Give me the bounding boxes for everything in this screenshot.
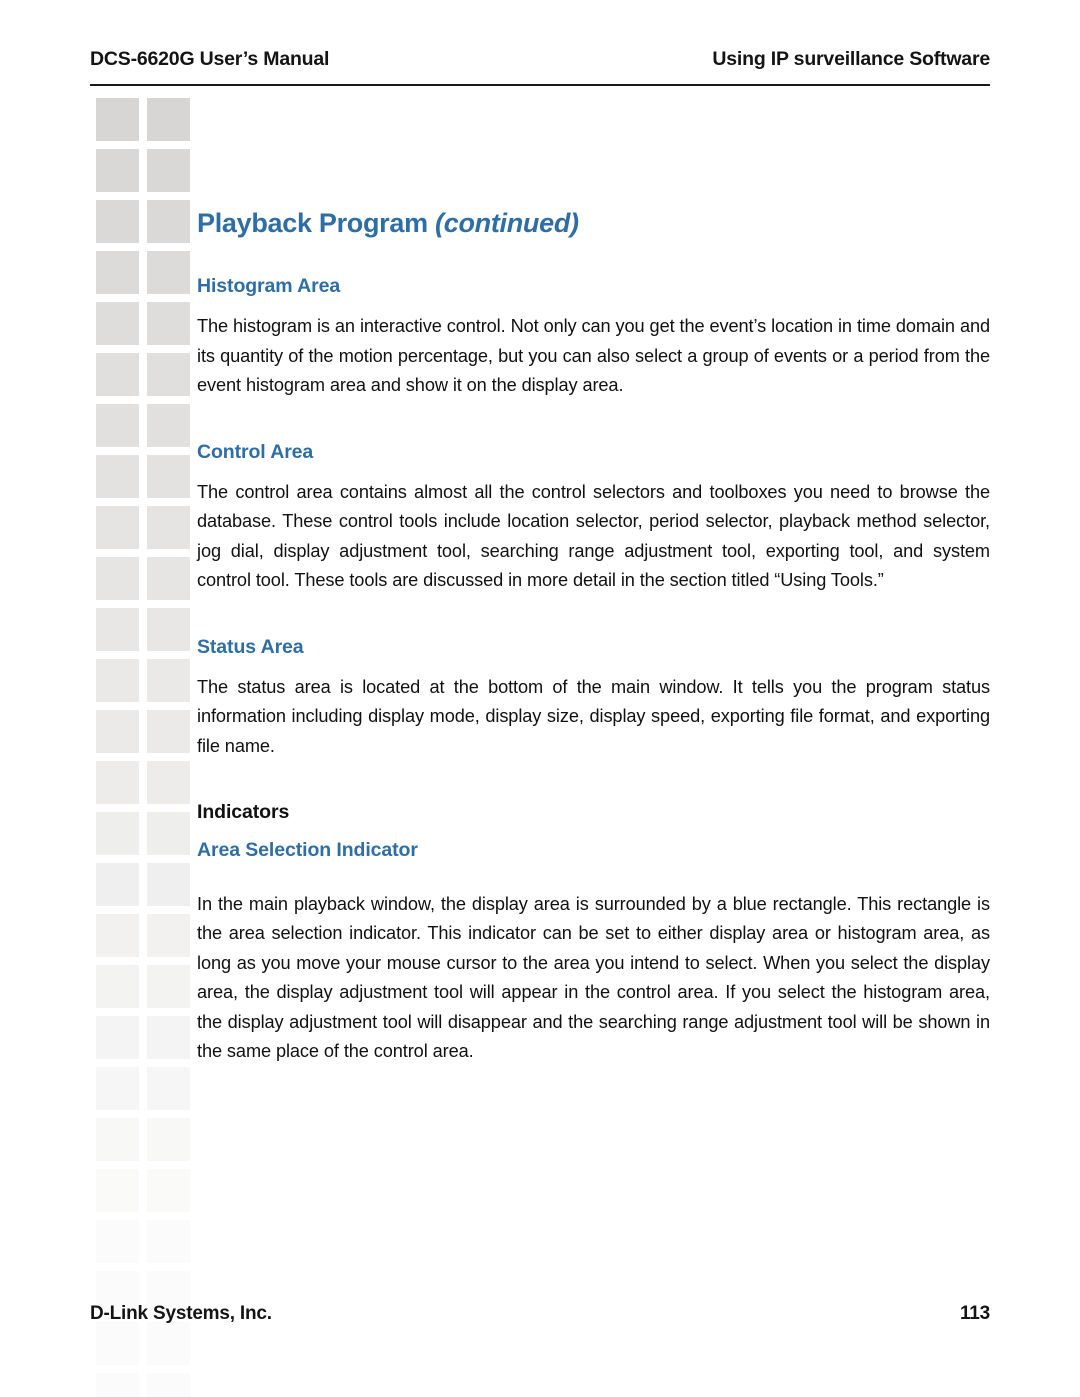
- decorative-square: [96, 200, 139, 243]
- decorative-square: [96, 1067, 139, 1110]
- decorative-square: [147, 1118, 190, 1161]
- footer-page-number: 113: [959, 1303, 990, 1324]
- decorative-square: [96, 98, 139, 141]
- header-section-title: Using IP surveillance Software: [712, 48, 990, 70]
- manual-page: DCS-6620G User’s Manual Using IP surveil…: [0, 0, 1080, 1397]
- header-manual-title: DCS-6620G User’s Manual: [90, 48, 330, 70]
- section-body-control-area: The control area contains almost all the…: [197, 482, 990, 591]
- decorative-square: [96, 455, 139, 498]
- decorative-square: [96, 1373, 139, 1397]
- decorative-square: [96, 659, 139, 702]
- decorative-square: [147, 404, 190, 447]
- decorative-square-grid: [96, 98, 192, 1397]
- decorative-square: [147, 557, 190, 600]
- page-title-continued: (continued): [435, 208, 579, 238]
- decorative-square: [147, 506, 190, 549]
- decorative-square: [96, 914, 139, 957]
- decorative-square: [96, 1169, 139, 1212]
- decorative-square: [147, 200, 190, 243]
- decorative-square: [96, 557, 139, 600]
- section-heading-area-selection-indicator: Area Selection Indicator: [197, 838, 418, 861]
- decorative-square: [147, 353, 190, 396]
- section-heading-status-area: Status Area: [197, 635, 304, 658]
- decorative-square: [147, 659, 190, 702]
- decorative-square: [147, 863, 190, 906]
- decorative-square: [96, 965, 139, 1008]
- decorative-square: [96, 812, 139, 855]
- page-title: Playback Program (continued): [197, 208, 990, 239]
- decorative-square: [147, 1322, 190, 1365]
- decorative-square: [96, 710, 139, 753]
- decorative-square: [147, 812, 190, 855]
- decorative-square: [147, 761, 190, 804]
- decorative-square: [147, 1373, 190, 1397]
- decorative-square: [147, 965, 190, 1008]
- section-body-status-area: The status area is located at the bottom…: [197, 677, 990, 756]
- decorative-square: [147, 302, 190, 345]
- decorative-square: [147, 455, 190, 498]
- decorative-square: [147, 98, 190, 141]
- decorative-square: [147, 1067, 190, 1110]
- header-divider-rule: [90, 84, 990, 86]
- decorative-square: [96, 1220, 139, 1263]
- decorative-square: [96, 353, 139, 396]
- decorative-square: [96, 1016, 139, 1059]
- decorative-square: [96, 302, 139, 345]
- decorative-square: [147, 149, 190, 192]
- page-header: DCS-6620G User’s Manual Using IP surveil…: [90, 48, 990, 71]
- decorative-square: [147, 251, 190, 294]
- section-heading-indicators: Indicators: [197, 801, 290, 824]
- decorative-square: [96, 1322, 139, 1365]
- section-body-area-selection-indicator: In the main playback window, the display…: [197, 894, 990, 1062]
- section-heading-control-area: Control Area: [197, 440, 314, 463]
- decorative-square: [96, 506, 139, 549]
- decorative-square: [147, 710, 190, 753]
- decorative-square: [96, 1118, 139, 1161]
- decorative-square: [147, 1016, 190, 1059]
- decorative-square: [147, 608, 190, 651]
- decorative-square: [96, 404, 139, 447]
- decorative-square: [147, 914, 190, 957]
- decorative-square: [96, 863, 139, 906]
- decorative-square: [147, 1169, 190, 1212]
- page-title-main: Playback Program: [197, 208, 436, 238]
- footer-company-name: D-Link Systems, Inc.: [90, 1303, 272, 1324]
- page-content: Playback Program (continued) Histogram A…: [197, 208, 990, 1067]
- decorative-square: [96, 251, 139, 294]
- decorative-square: [96, 608, 139, 651]
- decorative-square: [96, 761, 139, 804]
- section-heading-histogram-area: Histogram Area: [197, 275, 341, 298]
- page-footer: D-Link Systems, Inc. 113: [90, 1303, 990, 1325]
- section-body-histogram-area: The histogram is an interactive control.…: [197, 316, 990, 396]
- decorative-square: [96, 149, 139, 192]
- decorative-square: [147, 1220, 190, 1263]
